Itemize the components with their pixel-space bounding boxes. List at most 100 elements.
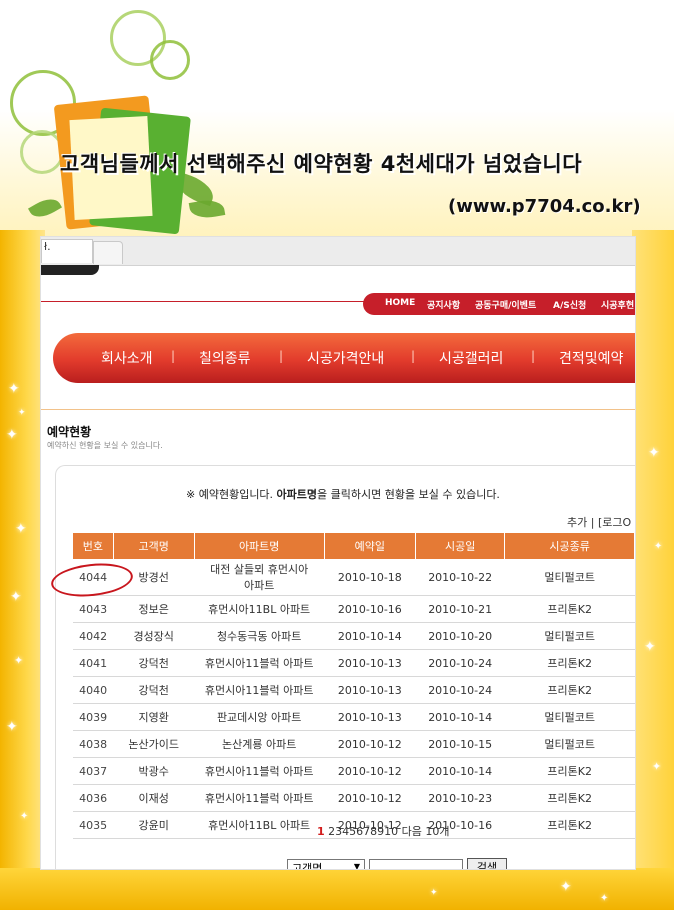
cell-work-type: 프리톤K2 <box>504 649 635 677</box>
nav-gallery[interactable]: 시공갤러리 <box>439 348 503 368</box>
cell-work-date: 2010-10-20 <box>415 622 505 650</box>
sparkle-icon: ✦ <box>20 811 29 822</box>
swirl-decoration <box>150 40 190 80</box>
search-select-value: 고객명 <box>292 862 323 870</box>
col-apartment: 아파트명 <box>194 533 325 559</box>
cell-reservation-date: 2010-10-14 <box>324 622 416 650</box>
search-field-select[interactable]: 고객명 ▼ <box>287 859 365 870</box>
section-divider <box>41 409 635 410</box>
cell-reservation-date: 2010-10-12 <box>324 757 416 785</box>
cell-work-date: 2010-10-24 <box>415 649 505 677</box>
cell-reservation-date: 2010-10-13 <box>324 649 416 677</box>
nav-separator: | <box>279 349 284 363</box>
page-title: 예약현황 <box>47 425 92 439</box>
nav-coating-types[interactable]: 칠의종류 <box>199 348 251 368</box>
cell-work-date: 2010-10-22 <box>415 559 505 596</box>
table-row: 4036 이재성 휴먼시아11블럭 아파트 2010-10-12 2010-10-23 프… <box>73 784 635 812</box>
cell-work-type: 멀티펄코트 <box>504 622 635 650</box>
search-button[interactable]: 검색 <box>467 858 507 869</box>
cell-customer: 강덕천 <box>113 649 195 677</box>
page-subtitle: 예약하신 현황을 보실 수 있습니다. <box>47 441 163 450</box>
toplink-event[interactable]: 공동구매/이벤트 <box>475 298 536 311</box>
cell-customer: 강덕천 <box>113 676 195 704</box>
cell-work-date: 2010-10-14 <box>415 757 505 785</box>
reservation-table: 번호 고객명 아파트명 예약일 시공일 시공종류 4044 방경선 대전 살들뫼 휴… <box>73 533 635 839</box>
toplink-review[interactable]: 시공후현 <box>601 298 634 311</box>
cell-customer: 논산가이드 <box>113 730 195 758</box>
cell-reservation-date: 2010-10-12 <box>324 730 416 758</box>
cell-customer: 지영환 <box>113 703 195 731</box>
cell-number: 4043 <box>73 595 114 623</box>
notice-post: 을 클릭하시면 현황을 보실 수 있습니다. <box>317 488 500 501</box>
cell-customer: 강윤미 <box>113 811 195 839</box>
toplink-as[interactable]: A/S신청 <box>553 298 586 311</box>
chevron-down-icon: ▼ <box>353 862 360 870</box>
cell-customer: 이재성 <box>113 784 195 812</box>
col-work-date: 시공일 <box>415 533 506 559</box>
table-row: 4044 방경선 대전 살들뫼 휴먼시아 아파트 2010-10-18 2010-10-… <box>73 559 635 596</box>
new-tab-button[interactable] <box>93 241 123 264</box>
browser-tab[interactable]: ł. <box>41 239 93 263</box>
gold-frame-bottom <box>0 868 674 910</box>
small-links[interactable]: 추가 | [로그O <box>567 514 631 530</box>
nav-separator: | <box>411 349 416 363</box>
cell-work-date: 2010-10-24 <box>415 676 505 704</box>
header-strip <box>41 265 99 275</box>
col-work-type: 시공종류 <box>504 533 635 559</box>
cell-apartment[interactable]: 휴먼시아11BL 아파트 <box>194 811 325 839</box>
cell-apartment[interactable]: 휴먼시아11BL 아파트 <box>194 595 325 623</box>
sparkle-icon: ✦ <box>654 541 663 552</box>
col-number: 번호 <box>73 533 114 559</box>
top-links-bar: HOME 공지사항 공동구매/이벤트 A/S신청 시공후현 <box>363 293 635 315</box>
page-current[interactable]: 1 <box>317 825 325 838</box>
cell-number: 4040 <box>73 676 114 704</box>
cell-number: 4035 <box>73 811 114 839</box>
sparkle-icon: ✦ <box>560 879 572 895</box>
cell-apartment[interactable]: 대전 살들뫼 휴먼시아 아파트 <box>194 559 325 596</box>
toplink-notice[interactable]: 공지사항 <box>427 298 460 311</box>
sparkle-icon: ✦ <box>18 408 26 418</box>
notice-text: ※ 예약현황입니다. 아파트명을 클릭하시면 현황을 보실 수 있습니다. <box>186 486 500 502</box>
cell-work-type: 프리톤K2 <box>504 757 635 785</box>
cell-work-date: 2010-10-14 <box>415 703 505 731</box>
notice-pre: ※ 예약현황입니다. <box>186 488 277 501</box>
sparkle-icon: ✦ <box>6 719 18 735</box>
cell-apartment[interactable]: 휴먼시아11블럭 아파트 <box>194 649 325 677</box>
sparkle-icon: ✦ <box>648 445 660 461</box>
nav-price[interactable]: 시공가격안내 <box>307 348 384 368</box>
browser-tabbar: ł. <box>41 237 635 266</box>
nav-company[interactable]: 회사소개 <box>101 348 153 368</box>
table-row: 4043 정보은 휴먼시아11BL 아파트 2010-10-16 2010-10-21 프… <box>73 595 635 623</box>
cell-work-date: 2010-10-15 <box>415 730 505 758</box>
gold-frame-right <box>632 230 674 910</box>
cell-customer: 박광수 <box>113 757 195 785</box>
cell-apartment[interactable]: 휴먼시아11블럭 아파트 <box>194 784 325 812</box>
cell-work-type: 멀티펄코트 <box>504 559 635 596</box>
cell-apartment[interactable]: 판교데시앙 아파트 <box>194 703 325 731</box>
cell-apartment[interactable]: 휴먼시아11블럭 아파트 <box>194 757 325 785</box>
toplink-home[interactable]: HOME <box>385 298 415 308</box>
cell-apartment[interactable]: 휴먼시아11블럭 아파트 <box>194 676 325 704</box>
sparkle-icon: ✦ <box>644 639 656 655</box>
cell-work-date: 2010-10-23 <box>415 784 505 812</box>
cell-apartment[interactable]: 청수동극동 아파트 <box>194 622 325 650</box>
sparkle-icon: ✦ <box>8 381 20 397</box>
table-row: 4038 논산가이드 논산계룡 아파트 2010-10-12 2010-10-15 멀티펄… <box>73 730 635 758</box>
sparkle-icon: ✦ <box>600 893 609 904</box>
cell-apartment[interactable]: 논산계룡 아파트 <box>194 730 325 758</box>
table-row: 4037 박광수 휴먼시아11블럭 아파트 2010-10-12 2010-10-14 프… <box>73 757 635 785</box>
cell-number: 4041 <box>73 649 114 677</box>
nav-reservation[interactable]: 견적및예약 <box>559 348 623 368</box>
table-row: 4039 지영환 판교데시앙 아파트 2010-10-13 2010-10-14 멀티펄코… <box>73 703 635 731</box>
page-next[interactable]: 다음 10개 <box>402 825 450 838</box>
pagination: 1 2345678910 다음 10개 <box>317 823 450 839</box>
table-row: 4040 강덕천 휴먼시아11블럭 아파트 2010-10-13 2010-10-24 프… <box>73 676 635 704</box>
page-list: 2345678910 <box>328 825 398 838</box>
search-input[interactable] <box>369 859 463 869</box>
cell-number: 4038 <box>73 730 114 758</box>
page-link[interactable]: 10 <box>384 825 398 838</box>
gold-frame-left <box>0 230 45 910</box>
sparkle-icon: ✦ <box>10 589 22 605</box>
sparkle-icon: ✦ <box>652 760 662 773</box>
cell-number: 4037 <box>73 757 114 785</box>
